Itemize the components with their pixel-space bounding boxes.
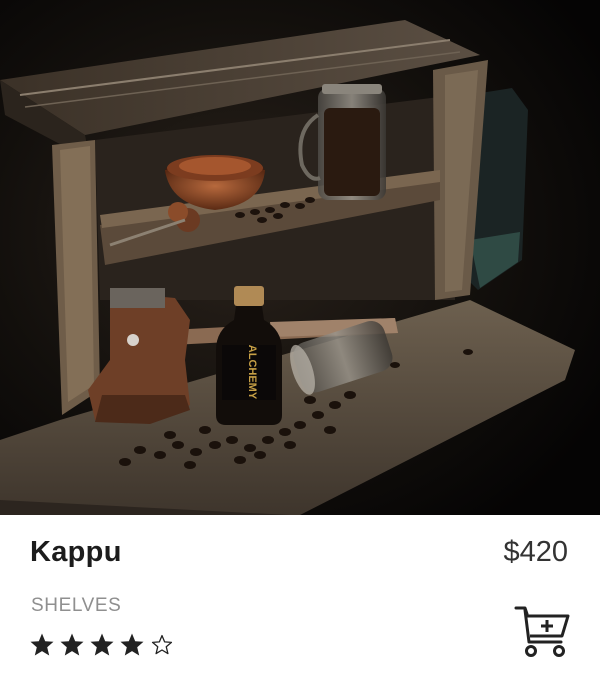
product-card[interactable]: ALCHEMY Kappu $420 SHELVES [0, 0, 600, 692]
bottle-label: ALCHEMY [246, 345, 258, 400]
product-price: $420 [503, 536, 568, 568]
add-to-cart-button[interactable] [514, 604, 572, 660]
product-name[interactable]: Kappu [30, 536, 122, 569]
star-filled-icon [30, 633, 54, 656]
product-category: SHELVES [31, 595, 122, 616]
product-photo: ALCHEMY [0, 0, 600, 515]
star-filled-icon [60, 633, 84, 656]
star-outline-icon [151, 634, 173, 655]
star-rating [29, 632, 175, 658]
star-filled-icon [120, 633, 144, 656]
star-filled-icon [90, 633, 114, 656]
add-to-cart-icon [514, 606, 570, 657]
